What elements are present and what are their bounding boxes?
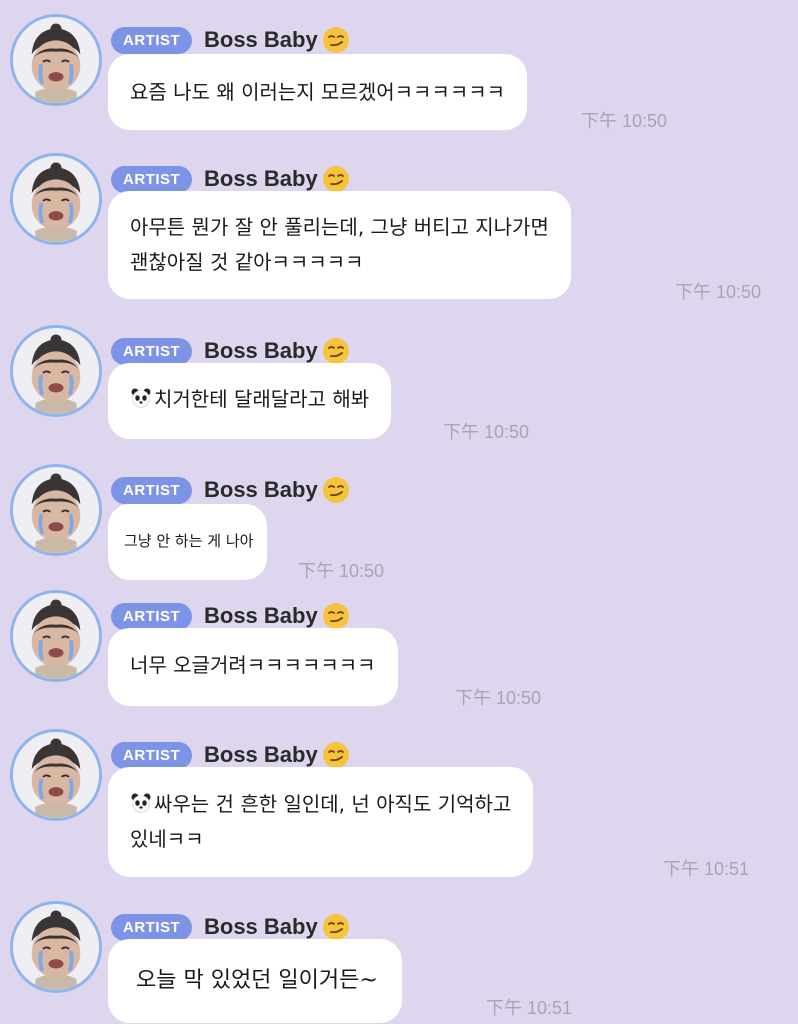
message-bubble[interactable]: 요즘 나도 왜 이러는지 모르겠어ㅋㅋㅋㅋㅋㅋ [108,54,528,130]
sender-name: Boss Baby [204,740,351,770]
message-text-line: 아무튼 뭔가 잘 안 풀리는데, 그냥 버티고 지나가면 [130,215,549,239]
message-bubble[interactable]: 아무튼 뭔가 잘 안 풀리는데, 그냥 버티고 지나가면 괜찮아질 것 같아ㅋㅋ… [108,191,571,299]
timestamp: 下午 10:50 [455,688,542,708]
smirk-emoji-icon [321,912,351,942]
sender-name: Boss Baby [204,336,351,366]
avatar[interactable] [10,464,102,556]
sender-name: Boss Baby [204,25,351,55]
message-bubble[interactable]: 싸우는 건 흔한 일인데, 넌 아직도 기억하고 있네ㅋㅋ [108,767,534,877]
message-text: 그냥 안 하는 게 나아 [124,532,254,550]
message-text-line: 싸우는 건 흔한 일인데, 넌 아직도 기억하고 [154,792,512,816]
sender-name-text: Boss Baby [204,477,318,502]
smirk-emoji-icon [321,740,351,770]
avatar[interactable] [10,14,102,106]
panda-emoji-icon [130,387,152,409]
sender-name: Boss Baby [204,164,351,194]
avatar[interactable] [10,153,102,245]
smirk-emoji-icon [321,601,351,631]
sender-name-text: Boss Baby [204,742,318,767]
smirk-emoji-icon [321,25,351,55]
smirk-emoji-icon [321,475,351,505]
sender-name-text: Boss Baby [204,27,318,52]
timestamp: 下午 10:50 [581,111,668,131]
sender-name-text: Boss Baby [204,603,318,628]
message-text: 치거한테 달래달라고 해봐 [154,387,370,411]
message-text: 오늘 막 있었던 일이거든~ [136,968,378,993]
message-text-line: 있네ㅋㅋ [130,827,204,851]
panda-emoji-icon [130,792,152,814]
artist-badge: ARTIST [111,27,193,54]
artist-badge: ARTIST [111,166,193,193]
baby-avatar-icon [13,593,99,679]
message-text-line: 괜찮아질 것 같아ㅋㅋㅋㅋㅋ [130,250,364,274]
chat-view: ARTIST Boss Baby 요즘 나도 왜 이러는지 모르겠어ㅋㅋㅋㅋㅋㅋ… [0,0,798,1024]
sender-name-text: Boss Baby [204,166,318,191]
avatar[interactable] [10,590,102,682]
baby-avatar-icon [13,156,99,242]
timestamp: 下午 10:50 [298,561,385,581]
smirk-emoji-icon [321,164,351,194]
artist-badge: ARTIST [111,742,193,769]
message-bubble[interactable]: 그냥 안 하는 게 나아 [108,504,268,580]
sender-name: Boss Baby [204,475,351,505]
sender-name: Boss Baby [204,601,351,631]
baby-avatar-icon [13,732,99,818]
message-bubble[interactable]: 오늘 막 있었던 일이거든~ [108,939,402,1023]
message-bubble[interactable]: 치거한테 달래달라고 해봐 [108,363,392,439]
message-bubble[interactable]: 너무 오글거려ㅋㅋㅋㅋㅋㅋㅋ [108,628,398,706]
artist-badge: ARTIST [111,338,193,365]
sender-name: Boss Baby [204,912,351,942]
sender-name-text: Boss Baby [204,914,318,939]
artist-badge: ARTIST [111,477,193,504]
timestamp: 下午 10:51 [663,859,750,879]
artist-badge: ARTIST [111,603,193,630]
artist-badge: ARTIST [111,914,193,941]
baby-avatar-icon [13,17,99,103]
message-line: 치거한테 달래달라고 해봐 [130,382,369,416]
message-text: 요즘 나도 왜 이러는지 모르겠어ㅋㅋㅋㅋㅋㅋ [130,80,506,104]
timestamp: 下午 10:50 [675,282,762,302]
avatar[interactable] [10,325,102,417]
smirk-emoji-icon [321,336,351,366]
sender-name-text: Boss Baby [204,338,318,363]
timestamp: 下午 10:51 [486,998,573,1018]
avatar[interactable] [10,729,102,821]
message-line: 싸우는 건 흔한 일인데, 넌 아직도 기억하고 [130,787,511,822]
baby-avatar-icon [13,904,99,990]
avatar[interactable] [10,901,102,993]
baby-avatar-icon [13,328,99,414]
baby-avatar-icon [13,467,99,553]
timestamp: 下午 10:50 [443,422,530,442]
message-text: 너무 오글거려ㅋㅋㅋㅋㅋㅋㅋ [130,653,376,677]
